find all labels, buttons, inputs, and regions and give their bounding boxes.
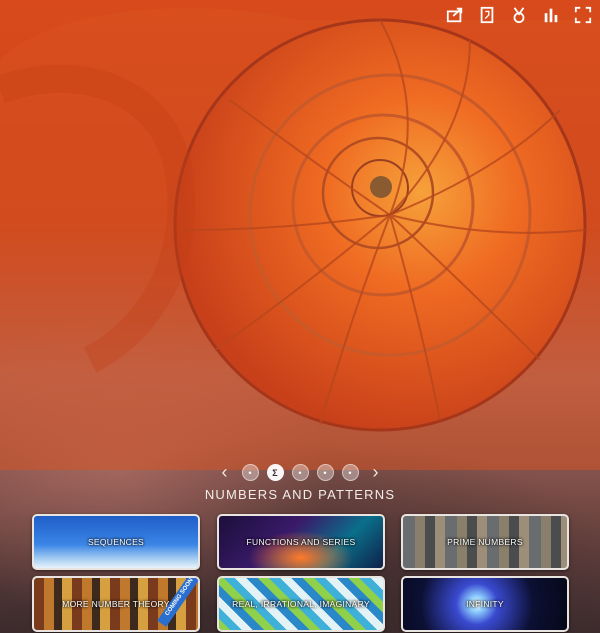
bar-chart-icon — [544, 8, 558, 23]
book-icon — [480, 6, 494, 24]
share-icon — [446, 7, 463, 23]
tile-more-number-theory[interactable]: MORE NUMBER THEORY COMING SOON — [32, 576, 200, 632]
tile-real-irrational-imaginary[interactable]: REAL, IRRATIONAL, IMAGINARY — [217, 576, 385, 632]
stats-button[interactable] — [540, 4, 562, 26]
fullscreen-icon — [574, 6, 592, 24]
section-title: NUMBERS AND PATTERNS — [204, 487, 396, 502]
medal-icon — [513, 7, 525, 24]
pager-dot-4[interactable]: • — [316, 464, 334, 481]
tile-label: REAL, IRRATIONAL, IMAGINARY — [232, 599, 370, 609]
tile-label: INFINITY — [466, 599, 504, 609]
tile-sequences[interactable]: SEQUENCES — [32, 514, 200, 570]
pager-dot-3[interactable]: • — [291, 464, 309, 481]
book-button[interactable] — [476, 4, 498, 26]
nautilus-shell-image — [0, 8, 600, 470]
tile-infinity[interactable]: INFINITY — [401, 576, 569, 632]
fullscreen-button[interactable] — [572, 4, 594, 26]
share-button[interactable] — [444, 4, 466, 26]
pager-dot-active[interactable]: Σ — [266, 464, 284, 481]
tile-label: SEQUENCES — [87, 537, 145, 547]
pager-dot-1[interactable]: • — [241, 464, 259, 481]
tile-functions-and-series[interactable]: FUNCTIONS AND SERIES — [217, 514, 385, 570]
tile-prime-numbers[interactable]: PRIME NUMBERS — [401, 514, 569, 570]
tile-label: PRIME NUMBERS — [447, 537, 523, 547]
section-pager: ‹ • Σ • • • › — [0, 462, 600, 483]
tile-label: FUNCTIONS AND SERIES — [246, 537, 356, 547]
top-toolbar — [444, 4, 594, 26]
pager-dot-5[interactable]: • — [341, 464, 359, 481]
pager-prev-button[interactable]: ‹ — [216, 462, 234, 483]
pager-next-button[interactable]: › — [367, 462, 385, 483]
medal-button[interactable] — [508, 4, 530, 26]
